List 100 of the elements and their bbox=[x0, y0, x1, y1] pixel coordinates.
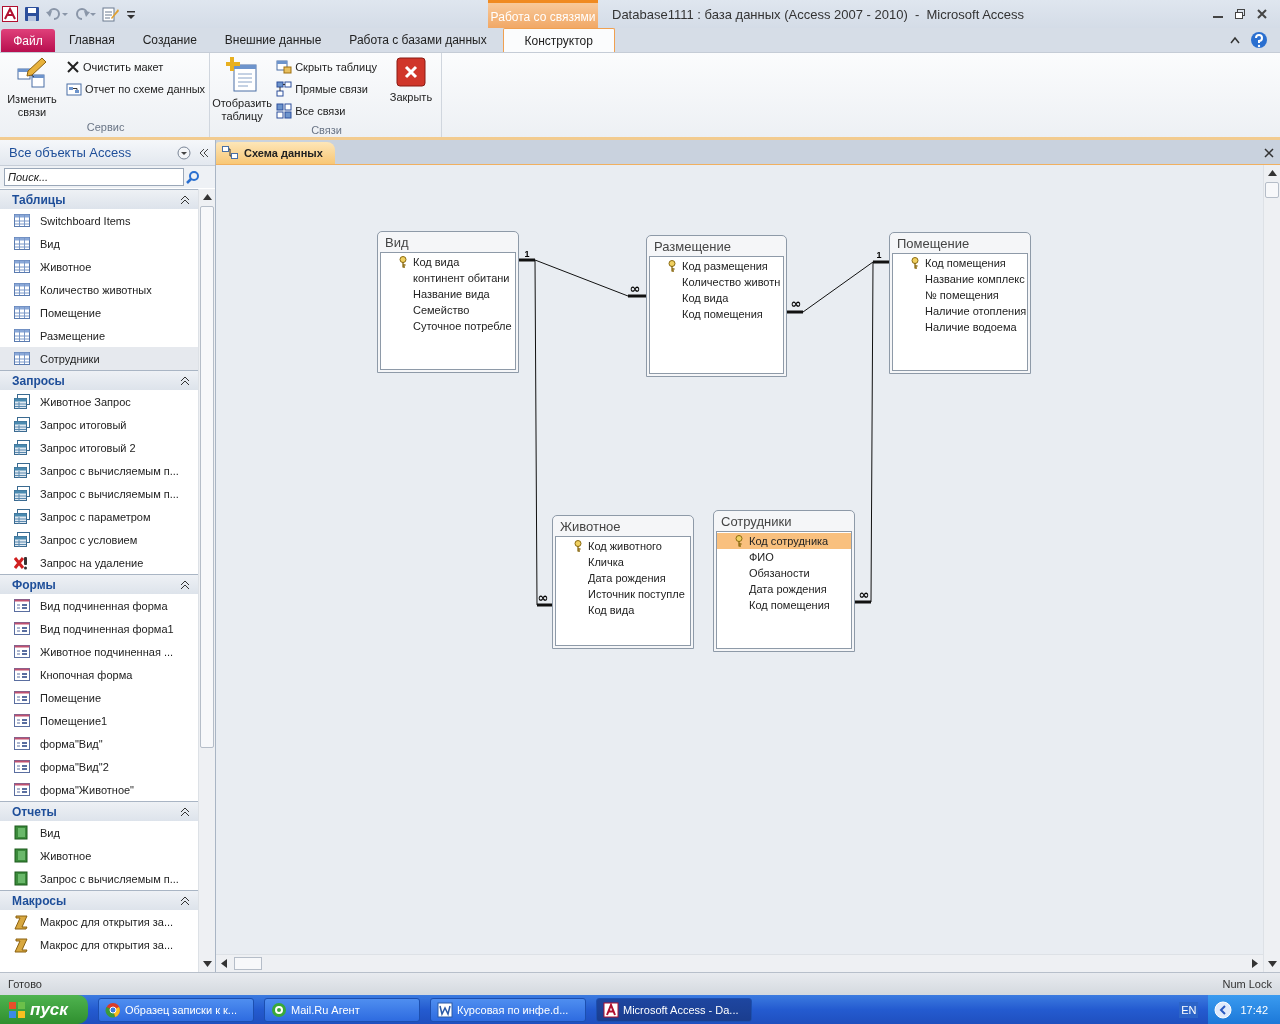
scroll-left-icon[interactable] bbox=[221, 958, 227, 968]
table-box[interactable]: Помещение Код помещения Название комплекс № помещения Наличие отопления Наличие водоема bbox=[889, 232, 1031, 374]
scroll-down-icon[interactable] bbox=[202, 961, 212, 967]
nav-item[interactable]: форма"Вид" bbox=[0, 732, 198, 755]
nav-item[interactable]: Запрос итоговый bbox=[0, 413, 198, 436]
field-row[interactable]: Код помещения bbox=[717, 597, 851, 613]
field-row[interactable]: Код сотрудника bbox=[717, 533, 851, 549]
close-icon[interactable] bbox=[1256, 8, 1268, 20]
scroll-thumb[interactable] bbox=[234, 957, 262, 970]
nav-group-header[interactable]: Формы bbox=[0, 574, 198, 594]
scroll-bar[interactable] bbox=[216, 954, 1263, 972]
chevron-icon[interactable] bbox=[1214, 1000, 1233, 1019]
field-row[interactable]: Обязаности bbox=[717, 565, 851, 581]
nav-item[interactable]: форма"Животное" bbox=[0, 778, 198, 801]
field-row[interactable]: Дата рождения bbox=[717, 581, 851, 597]
scroll-up-icon[interactable] bbox=[1267, 170, 1277, 176]
nav-item[interactable]: Животное подчиненная ... bbox=[0, 640, 198, 663]
nav-item[interactable]: Животное bbox=[0, 255, 198, 278]
table-box[interactable]: Размещение Код размещения Количество животн Код вида Код помещения bbox=[646, 235, 787, 377]
ribbon-tab[interactable]: Главная bbox=[55, 28, 129, 52]
scroll-bar[interactable] bbox=[1263, 165, 1280, 972]
table-box[interactable]: Вид Код вида континент обитани Название вида Семейство Суточное потребле bbox=[377, 231, 519, 373]
field-row[interactable]: континент обитани bbox=[381, 270, 515, 286]
nav-item[interactable]: Макрос для открытия за... bbox=[0, 910, 198, 933]
relationship-line[interactable] bbox=[787, 260, 889, 314]
save-icon[interactable] bbox=[24, 6, 40, 22]
nav-item[interactable]: Размещение bbox=[0, 324, 198, 347]
nav-item[interactable]: Запрос с параметром bbox=[0, 505, 198, 528]
nav-pane-title[interactable]: Все объекты Access bbox=[0, 145, 177, 160]
file-tab[interactable]: Файл bbox=[1, 29, 55, 52]
nav-item[interactable]: Макрос для открытия за... bbox=[0, 933, 198, 956]
field-row[interactable]: Название вида bbox=[381, 286, 515, 302]
nav-item[interactable]: Сотрудники bbox=[0, 347, 198, 370]
ribbon-button[interactable]: Прямые связи bbox=[274, 79, 379, 98]
scroll-thumb[interactable] bbox=[200, 206, 214, 748]
nav-item[interactable]: Switchboard Items bbox=[0, 209, 198, 232]
taskbar-button[interactable]: Mail.Ru Агент bbox=[264, 997, 420, 1022]
nav-item[interactable]: Животное Запрос bbox=[0, 390, 198, 413]
taskbar-button[interactable]: Microsoft Access - Da... bbox=[596, 997, 752, 1022]
ribbon-button[interactable]: Изменить связи bbox=[4, 57, 60, 120]
field-row[interactable]: № помещения bbox=[893, 287, 1027, 303]
ribbon-tab[interactable]: Работа с базами данных bbox=[335, 28, 501, 52]
collapse-icon[interactable] bbox=[180, 579, 190, 590]
scroll-bar[interactable] bbox=[198, 189, 215, 972]
field-row[interactable]: Кличка bbox=[556, 554, 690, 570]
search-icon[interactable] bbox=[186, 170, 200, 184]
taskbar-button[interactable]: Курсовая по инфе.d... bbox=[430, 997, 586, 1022]
nav-item[interactable]: Запрос с условием bbox=[0, 528, 198, 551]
field-row[interactable]: ФИО bbox=[717, 549, 851, 565]
field-row[interactable]: Код помещения bbox=[893, 255, 1027, 271]
nav-group-header[interactable]: Отчеты bbox=[0, 801, 198, 821]
nav-item[interactable]: форма"Вид"2 bbox=[0, 755, 198, 778]
field-row[interactable]: Наличие отопления bbox=[893, 303, 1027, 319]
collapse-icon[interactable] bbox=[180, 194, 190, 205]
nav-item[interactable]: Запрос с вычисляемым п... bbox=[0, 482, 198, 505]
collapse-icon[interactable] bbox=[180, 895, 190, 906]
ribbon-tab[interactable]: Конструктор bbox=[502, 28, 615, 52]
field-row[interactable]: Код вида bbox=[556, 602, 690, 618]
ribbon-button[interactable]: Отобразить таблицу bbox=[214, 57, 271, 123]
field-row[interactable]: Код вида bbox=[650, 290, 783, 306]
nav-item[interactable]: Помещение1 bbox=[0, 709, 198, 732]
ribbon-button[interactable]: Отчет по схеме данных bbox=[64, 79, 208, 98]
field-row[interactable]: Количество животн bbox=[650, 274, 783, 290]
relationship-line[interactable] bbox=[855, 261, 874, 604]
nav-item[interactable]: Вид bbox=[0, 821, 198, 844]
nav-item[interactable]: Животное bbox=[0, 844, 198, 867]
nav-item[interactable]: Вид подчиненная форма bbox=[0, 594, 198, 617]
table-box[interactable]: Животное Код животного Кличка Дата рождения Источник поступле Код вида bbox=[552, 515, 694, 649]
table-box[interactable]: Сотрудники Код сотрудника ФИО Обязаности Дата рождения Код помещения bbox=[713, 510, 855, 652]
scroll-down-icon[interactable] bbox=[1267, 961, 1277, 967]
collapse-pane-icon[interactable] bbox=[199, 147, 209, 158]
ribbon-button[interactable]: Закрыть bbox=[382, 57, 439, 123]
nav-item[interactable]: Запрос на удаление bbox=[0, 551, 198, 574]
collapse-ribbon-icon[interactable] bbox=[1230, 36, 1240, 44]
language-indicator[interactable]: EN bbox=[1179, 1001, 1199, 1018]
field-row[interactable]: Суточное потребле bbox=[381, 318, 515, 334]
field-row[interactable]: Код помещения bbox=[650, 306, 783, 322]
field-row[interactable]: Код размещения bbox=[650, 258, 783, 274]
collapse-icon[interactable] bbox=[180, 375, 190, 386]
ribbon-button[interactable]: Очистить макет bbox=[64, 57, 208, 76]
nav-group-header[interactable]: Макросы bbox=[0, 890, 198, 910]
search-field[interactable]: Поиск... bbox=[4, 168, 184, 186]
ribbon-button[interactable]: Все связи bbox=[274, 101, 379, 120]
field-row[interactable]: Дата рождения bbox=[556, 570, 690, 586]
nav-group-header[interactable]: Запросы bbox=[0, 370, 198, 390]
nav-item[interactable]: Помещение bbox=[0, 686, 198, 709]
help-icon[interactable] bbox=[1250, 31, 1268, 49]
nav-item[interactable]: Запрос с вычисляемым п... bbox=[0, 867, 198, 890]
taskbar-button[interactable]: Образец записки к к... bbox=[98, 997, 254, 1022]
nav-group-header[interactable]: Таблицы bbox=[0, 189, 198, 209]
nav-item[interactable]: Запрос итоговый 2 bbox=[0, 436, 198, 459]
restore-icon[interactable] bbox=[1234, 8, 1246, 20]
nav-item[interactable]: Запрос с вычисляемым п... bbox=[0, 459, 198, 482]
field-row[interactable]: Семейство bbox=[381, 302, 515, 318]
relationship-line[interactable] bbox=[519, 258, 646, 298]
nav-item[interactable]: Количество животных bbox=[0, 278, 198, 301]
nav-item[interactable]: Помещение bbox=[0, 301, 198, 324]
collapse-icon[interactable] bbox=[180, 806, 190, 817]
field-row[interactable]: Название комплекс bbox=[893, 271, 1027, 287]
field-row[interactable]: Наличие водоема bbox=[893, 319, 1027, 335]
